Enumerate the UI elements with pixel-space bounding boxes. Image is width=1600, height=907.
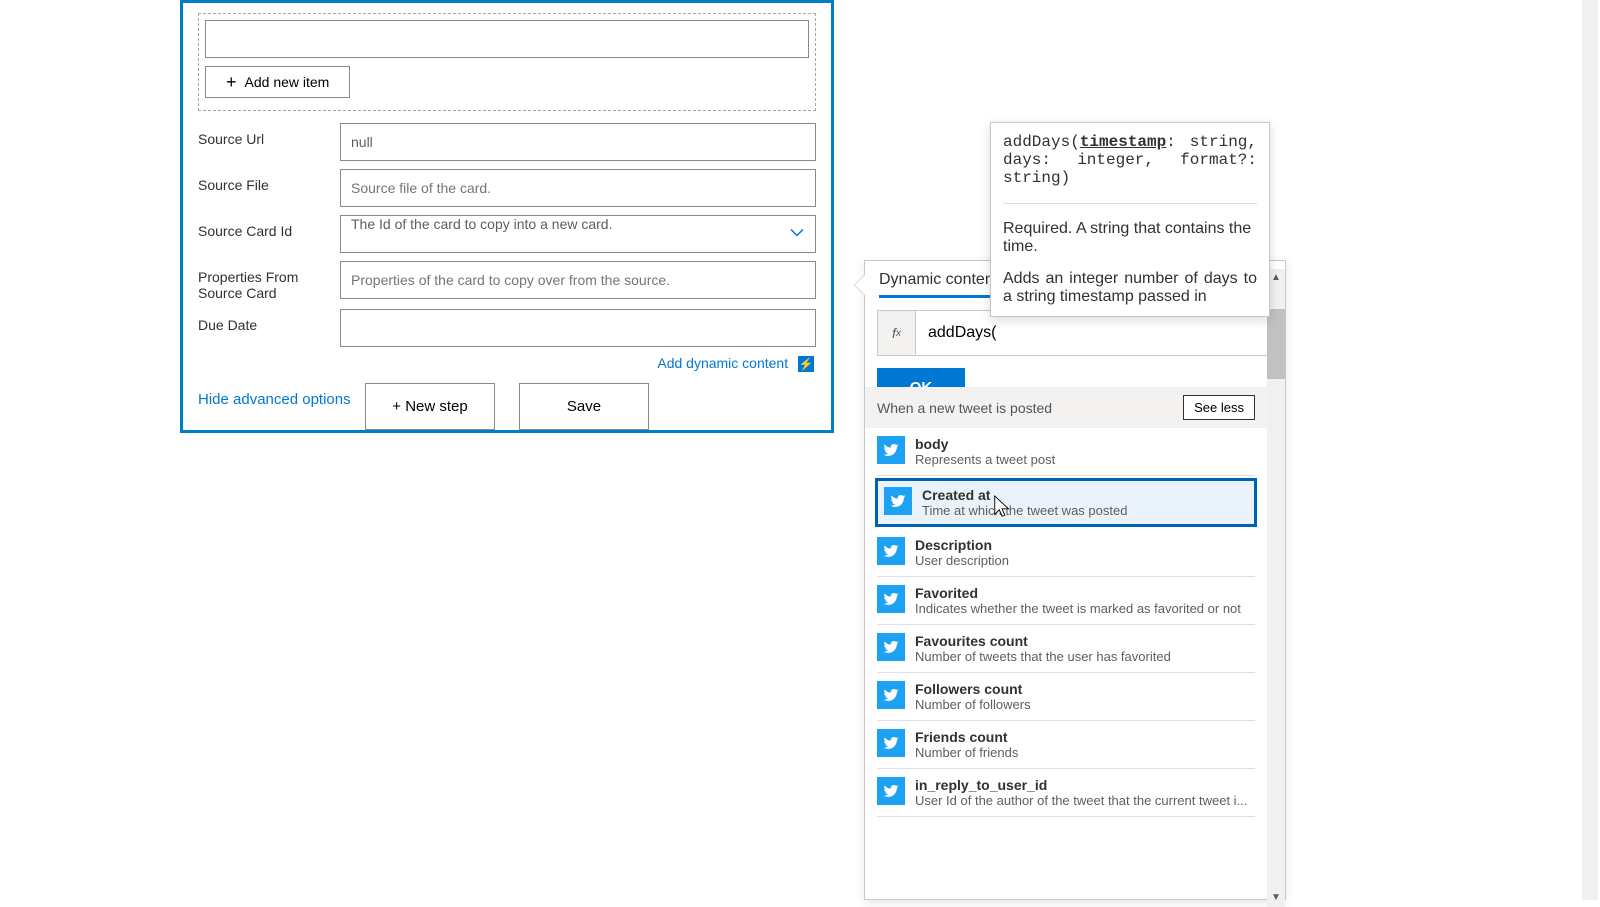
token-body[interactable]: bodyRepresents a tweet post bbox=[877, 428, 1255, 476]
add-new-item-button[interactable]: + Add new item bbox=[205, 66, 350, 98]
plus-icon: + bbox=[226, 75, 237, 89]
fx-icon: fx bbox=[878, 311, 916, 355]
twitter-icon bbox=[877, 585, 905, 613]
token-description[interactable]: DescriptionUser description bbox=[877, 529, 1255, 577]
token-friends-count[interactable]: Friends countNumber of friends bbox=[877, 721, 1255, 769]
token-favourites-count[interactable]: Favourites countNumber of tweets that th… bbox=[877, 625, 1255, 673]
add-dynamic-content-link[interactable]: Add dynamic content ⚡ bbox=[657, 355, 814, 371]
twitter-icon bbox=[877, 777, 905, 805]
source-card-id-placeholder: The Id of the card to copy into a new ca… bbox=[351, 216, 612, 232]
twitter-icon bbox=[877, 436, 905, 464]
due-date-input[interactable] bbox=[340, 309, 816, 347]
expression-input[interactable] bbox=[916, 311, 1272, 355]
twitter-icon bbox=[884, 487, 912, 515]
panel-title-text: Dynamic content bbox=[879, 271, 998, 288]
twitter-icon bbox=[877, 729, 905, 757]
token-desc: Represents a tweet post bbox=[915, 452, 1055, 467]
tooltip-required: Required. A string that contains the tim… bbox=[1003, 220, 1257, 256]
token-desc: Indicates whether the tweet is marked as… bbox=[915, 601, 1241, 616]
token-title: in_reply_to_user_id bbox=[915, 777, 1247, 793]
due-date-label: Due Date bbox=[198, 309, 340, 333]
lightning-icon: ⚡ bbox=[798, 356, 814, 372]
token-title: Followers count bbox=[915, 681, 1031, 697]
save-button[interactable]: Save bbox=[519, 383, 649, 430]
scroll-down-icon[interactable]: ▼ bbox=[1267, 889, 1285, 907]
array-item-0[interactable] bbox=[205, 20, 809, 58]
action-card: + Add new item Source Url Source File So… bbox=[180, 0, 834, 433]
add-item-label: Add new item bbox=[245, 74, 330, 90]
panel-scrollbar[interactable]: ▲ ▼ bbox=[1267, 269, 1285, 907]
token-desc: Time at which the tweet was posted bbox=[922, 503, 1127, 518]
token-section-title: When a new tweet is posted bbox=[877, 400, 1052, 416]
source-url-input[interactable] bbox=[340, 123, 816, 161]
source-card-id-label: Source Card Id bbox=[198, 215, 340, 239]
token-title: Friends count bbox=[915, 729, 1018, 745]
token-desc: Number of tweets that the user has favor… bbox=[915, 649, 1171, 664]
token-section-header: When a new tweet is posted See less bbox=[865, 387, 1267, 428]
advanced-label: Hide advanced options bbox=[198, 391, 351, 408]
tooltip-desc: Adds an integer number of days to a stri… bbox=[1003, 270, 1257, 306]
token-title: Description bbox=[915, 537, 1009, 553]
token-desc: User description bbox=[915, 553, 1009, 568]
props-label: Properties From Source Card bbox=[198, 261, 340, 301]
token-followers-count[interactable]: Followers countNumber of followers bbox=[877, 673, 1255, 721]
twitter-icon bbox=[877, 681, 905, 709]
token-title: Created at bbox=[922, 487, 1127, 503]
expression-tooltip: addDays(timestamp: string, days: integer… bbox=[990, 122, 1270, 317]
props-input[interactable] bbox=[340, 261, 816, 299]
token-title: Favourites count bbox=[915, 633, 1171, 649]
page-scrollbar[interactable] bbox=[1582, 0, 1598, 900]
tooltip-signature: addDays(timestamp: string, days: integer… bbox=[1003, 133, 1257, 187]
dyn-link-text: Add dynamic content bbox=[657, 355, 788, 371]
twitter-icon bbox=[877, 537, 905, 565]
token-created-at[interactable]: Created atTime at which the tweet was po… bbox=[875, 478, 1257, 527]
panel-pointer bbox=[855, 275, 865, 295]
source-file-input[interactable] bbox=[340, 169, 816, 207]
token-title: body bbox=[915, 436, 1055, 452]
dynamic-content-panel: Dynamic content fx OK When a new tweet i… bbox=[864, 260, 1286, 900]
token-favorited[interactable]: FavoritedIndicates whether the tweet is … bbox=[877, 577, 1255, 625]
source-url-label: Source Url bbox=[198, 123, 340, 147]
chevron-down-icon bbox=[789, 225, 805, 244]
source-card-id-select[interactable]: The Id of the card to copy into a new ca… bbox=[340, 215, 816, 253]
see-less-button[interactable]: See less bbox=[1183, 395, 1255, 420]
token-in-reply-to-user-id[interactable]: in_reply_to_user_idUser Id of the author… bbox=[877, 769, 1255, 817]
token-desc: User Id of the author of the tweet that … bbox=[915, 793, 1247, 808]
token-list: bodyRepresents a tweet postCreated atTim… bbox=[865, 428, 1267, 817]
scroll-thumb[interactable] bbox=[1267, 309, 1285, 379]
token-desc: Number of followers bbox=[915, 697, 1031, 712]
new-step-button[interactable]: + New step bbox=[365, 383, 495, 430]
token-title: Favorited bbox=[915, 585, 1241, 601]
panel-scroll-area: When a new tweet is posted See less body… bbox=[865, 387, 1267, 899]
twitter-icon bbox=[877, 633, 905, 661]
source-file-label: Source File bbox=[198, 169, 340, 193]
array-input-group: + Add new item bbox=[198, 13, 816, 111]
token-desc: Number of friends bbox=[915, 745, 1018, 760]
